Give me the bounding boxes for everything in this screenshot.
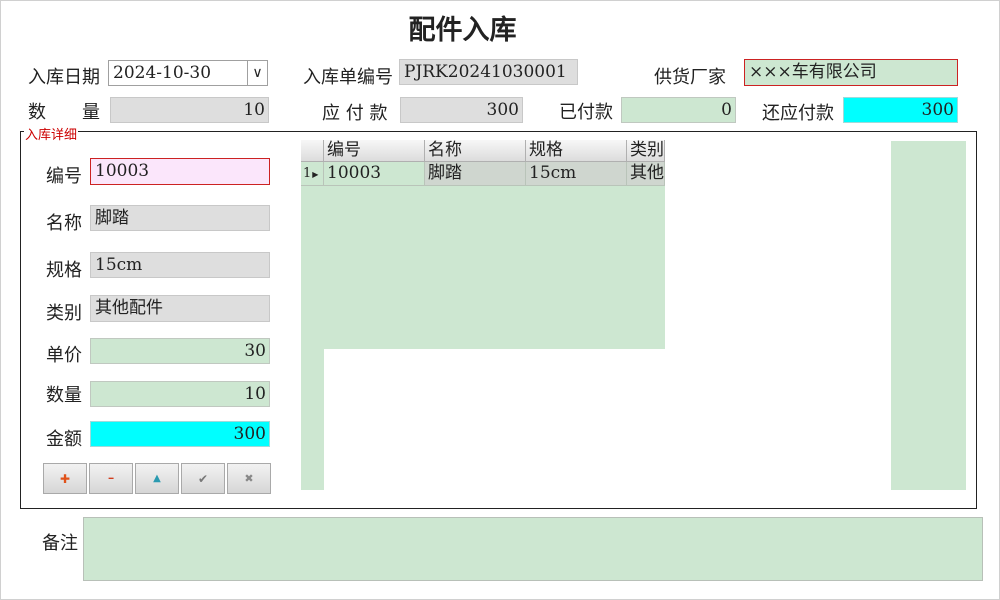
grid-header-spec[interactable]: 规格 <box>526 140 627 162</box>
date-field[interactable]: 2024-10-30 <box>108 60 248 86</box>
name-field[interactable]: 脚踏 <box>90 205 270 231</box>
remaining-field[interactable]: 300 <box>843 97 958 123</box>
side-panel <box>891 141 966 490</box>
order-no-field[interactable]: PJRK20241030001 <box>399 59 578 85</box>
price-field[interactable]: 30 <box>90 338 270 364</box>
qty-label: 数 量 <box>28 102 100 123</box>
check-icon: ✔ <box>197 471 209 486</box>
name-label: 名称 <box>46 213 82 234</box>
supplier-label: 供货厂家 <box>654 67 726 88</box>
paid-label: 已付款 <box>559 102 613 123</box>
category-label: 类别 <box>46 303 82 324</box>
price-label: 单价 <box>46 345 82 366</box>
current-row-icon: ▶ <box>312 170 319 179</box>
amount-label: 金额 <box>46 429 82 450</box>
page-title: 配件入库 <box>408 15 517 46</box>
supplier-field[interactable]: ×××车有限公司 <box>744 59 958 86</box>
payable-field[interactable]: 300 <box>400 97 523 123</box>
detail-group-label: 入库详细 <box>24 128 79 144</box>
spec-label: 规格 <box>46 260 82 281</box>
grid-row-header-column <box>301 140 324 490</box>
close-icon: ✖ <box>244 472 254 485</box>
paid-field[interactable]: 0 <box>621 97 736 123</box>
date-label: 入库日期 <box>28 67 100 88</box>
table-cell-spec[interactable]: 15cm <box>526 162 627 186</box>
date-dropdown-button[interactable]: ∨ <box>247 60 268 86</box>
notes-field[interactable] <box>83 517 983 581</box>
qty-field[interactable]: 10 <box>110 97 269 123</box>
code-field[interactable]: 10003 <box>90 158 270 185</box>
notes-label: 备注 <box>42 533 78 554</box>
row-number: 1 <box>303 166 312 181</box>
quantity-label: 数量 <box>46 385 82 406</box>
grid-header-category[interactable]: 类别 <box>627 140 665 162</box>
code-label: 编号 <box>46 166 82 187</box>
grid-corner <box>301 140 324 162</box>
quantity-field[interactable]: 10 <box>90 381 270 407</box>
add-record-button[interactable]: ✚ <box>43 463 87 494</box>
category-field[interactable]: 其他配件 <box>90 295 270 322</box>
chevron-down-icon: ∨ <box>252 65 263 81</box>
grid-header-code[interactable]: 编号 <box>324 140 425 162</box>
confirm-button[interactable]: ✔ <box>181 463 225 494</box>
remove-icon: ━ <box>108 474 114 483</box>
edit-record-button[interactable]: ▲ <box>135 463 179 494</box>
add-icon: ✚ <box>59 471 71 486</box>
up-arrow-icon: ▲ <box>153 473 161 484</box>
delete-record-button[interactable]: ━ <box>89 463 133 494</box>
spec-field[interactable]: 15cm <box>90 252 270 278</box>
cancel-button[interactable]: ✖ <box>227 463 271 494</box>
payable-label: 应 付 款 <box>322 103 388 124</box>
grid-body <box>324 162 665 349</box>
remaining-label: 还应付款 <box>762 103 834 124</box>
grid-header-name[interactable]: 名称 <box>425 140 526 162</box>
table-cell-name[interactable]: 脚踏 <box>425 162 526 186</box>
grid-row-selector[interactable]: 1▶ <box>301 162 324 186</box>
table-cell-code[interactable]: 10003 <box>324 162 425 186</box>
order-no-label: 入库单编号 <box>303 67 393 88</box>
amount-field[interactable]: 300 <box>90 421 270 447</box>
table-cell-category[interactable]: 其他 <box>627 162 665 186</box>
